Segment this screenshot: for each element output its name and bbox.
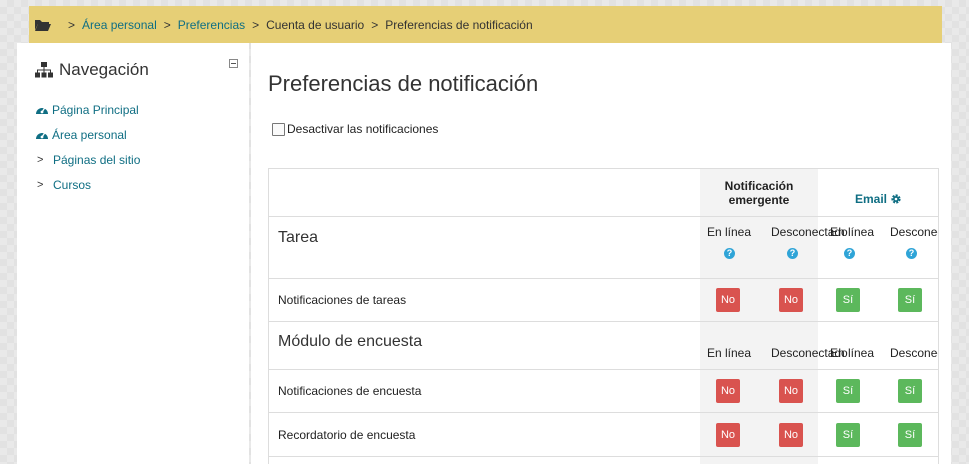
collapse-block-icon[interactable]	[229, 59, 238, 68]
chevron-right-icon: >	[68, 17, 76, 32]
toggle-email-online[interactable]: Sí	[836, 288, 860, 312]
email-offline-label: Desconectado	[890, 225, 938, 239]
help-icon[interactable]: ?	[787, 248, 798, 259]
row-label-notificaciones-tareas: Notificaciones de tareas	[278, 293, 407, 307]
navigation-title-label: Navegación	[59, 60, 149, 79]
page-title: Preferencias de notificación	[268, 71, 539, 96]
dashboard-icon	[36, 132, 48, 139]
navigation-title: Navegación	[35, 60, 149, 80]
navigation-block: Navegación Página Principal Área persona…	[17, 43, 249, 464]
toggle-email-offline[interactable]: Sí	[898, 288, 922, 312]
chevron-right-icon: >	[37, 178, 44, 191]
chevron-right-icon: >	[163, 17, 171, 32]
toggle-email-online[interactable]: Sí	[836, 423, 860, 447]
help-icon[interactable]: ?	[844, 248, 855, 259]
email-header-label: Email	[855, 192, 888, 206]
disable-notifications-toggle[interactable]: Desactivar las notificaciones	[272, 122, 438, 136]
chevron-right-icon: >	[37, 153, 44, 166]
nav-item-pagina-principal[interactable]: Página Principal	[35, 97, 140, 122]
help-icon[interactable]: ?	[724, 248, 735, 259]
dashboard-icon	[36, 107, 48, 114]
folder-open-icon	[35, 19, 51, 31]
help-icon[interactable]: ?	[906, 248, 917, 259]
nav-item-area-personal[interactable]: Área personal	[35, 122, 140, 147]
chevron-right-icon: >	[252, 17, 260, 32]
section-title-encuesta: Módulo de encuesta	[278, 333, 423, 350]
toggle-popup-offline[interactable]: No	[779, 379, 803, 403]
row-divider	[269, 321, 938, 322]
disable-notifications-label: Desactivar las notificaciones	[287, 122, 439, 136]
section-title-tarea: Tarea	[278, 229, 319, 246]
email-online-label: En línea	[830, 346, 875, 360]
breadcrumb-item-area-personal[interactable]: Área personal	[82, 18, 157, 32]
nav-item-paginas-sitio[interactable]: > Páginas del sitio	[35, 147, 140, 172]
breadcrumb-item-current: Preferencias de notificación	[385, 17, 533, 32]
nav-item-label: Página Principal	[52, 102, 139, 117]
row-label-recordatorio-encuesta: Recordatorio de encuesta	[278, 428, 416, 442]
popup-online-label: En línea	[707, 225, 752, 239]
nav-item-label: Área personal	[52, 127, 127, 142]
breadcrumb-item-preferencias[interactable]: Preferencias	[178, 18, 245, 32]
popup-notification-header: Notificación emergente	[724, 179, 794, 207]
row-label-notificaciones-encuesta: Notificaciones de encuesta	[278, 384, 422, 398]
email-header[interactable]: Email	[855, 192, 902, 206]
toggle-popup-online[interactable]: No	[716, 288, 740, 312]
chevron-right-icon: >	[371, 17, 379, 32]
toggle-popup-offline[interactable]: No	[779, 288, 803, 312]
row-divider	[269, 412, 938, 413]
gear-icon[interactable]	[890, 193, 902, 205]
disable-notifications-checkbox[interactable]	[272, 122, 285, 136]
sitemap-icon	[35, 62, 53, 78]
toggle-popup-offline[interactable]: No	[779, 423, 803, 447]
nav-item-label: Páginas del sitio	[53, 152, 141, 167]
breadcrumb: > Área personal > Preferencias > Cuenta …	[29, 6, 942, 43]
email-offline-label: Desconectado	[890, 346, 938, 360]
breadcrumb-item-cuenta: Cuenta de usuario	[266, 17, 365, 32]
main-content: Preferencias de notificación Desactivar …	[251, 43, 951, 464]
row-divider	[269, 456, 938, 457]
toggle-email-online[interactable]: Sí	[836, 379, 860, 403]
row-divider	[269, 369, 938, 370]
toggle-popup-online[interactable]: No	[716, 379, 740, 403]
toggle-email-offline[interactable]: Sí	[898, 379, 922, 403]
popup-online-label: En línea	[707, 346, 752, 360]
row-divider	[269, 216, 938, 217]
toggle-email-offline[interactable]: Sí	[898, 423, 922, 447]
email-online-label: En línea	[830, 225, 875, 239]
row-divider	[269, 278, 938, 279]
popup-column-background	[700, 169, 818, 464]
navigation-list: Página Principal Área personal > Páginas…	[35, 97, 140, 197]
toggle-popup-online[interactable]: No	[716, 423, 740, 447]
notification-preferences-table: Notificación emergente Email Tarea En lí…	[268, 168, 939, 464]
nav-item-cursos[interactable]: > Cursos	[35, 172, 140, 197]
nav-item-label: Cursos	[53, 177, 92, 192]
